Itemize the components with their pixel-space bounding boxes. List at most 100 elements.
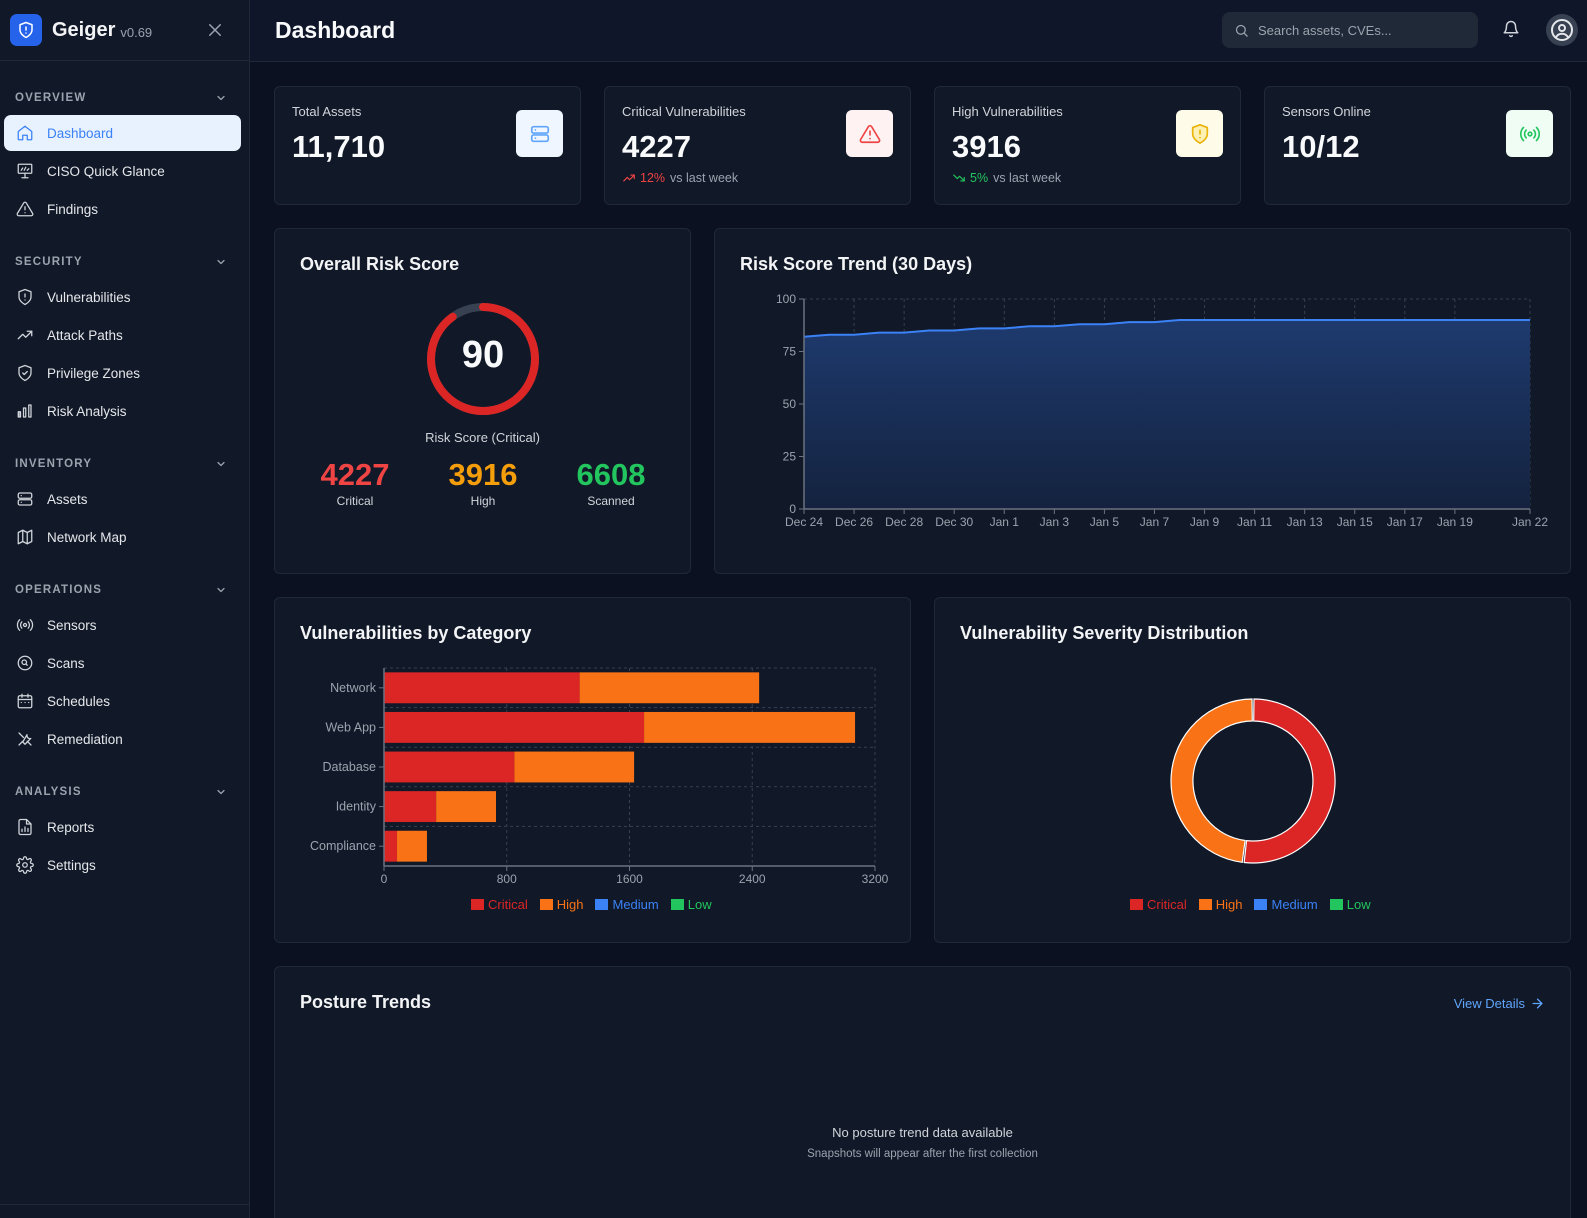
x-tick-label: 3200 <box>862 872 889 886</box>
sidebar-item-scans[interactable]: Scans <box>4 645 241 681</box>
y-tick-label: 75 <box>783 345 797 359</box>
x-tick-label: 800 <box>497 872 517 886</box>
sidebar-item-vulnerabilities[interactable]: Vulnerabilities <box>4 279 241 315</box>
stat-delta: 5% vs last week <box>952 171 1061 185</box>
arrow-right-icon <box>1532 998 1543 1009</box>
sidebar-item-label: Reports <box>47 819 95 835</box>
chevron-down-icon <box>217 587 225 593</box>
risk-stat-label: Scanned <box>587 494 635 508</box>
nav-section-label: SECURITY <box>15 256 83 268</box>
stat-delta: 12% vs last week <box>622 171 738 185</box>
nav-section-security[interactable]: SECURITY <box>0 247 249 277</box>
y-tick-label: 50 <box>783 397 797 411</box>
severity-donut-chart <box>1170 698 1336 864</box>
gear-icon <box>16 856 34 874</box>
sidebar-item-label: Remediation <box>47 731 123 747</box>
trending-up-icon <box>623 174 635 182</box>
legend-item-medium[interactable]: Medium <box>595 897 659 912</box>
legend-swatch <box>670 899 684 910</box>
legend-item-high[interactable]: High <box>1198 897 1242 912</box>
sidebar-item-label: Dashboard <box>47 125 114 141</box>
user-circle-icon <box>1551 19 1573 41</box>
x-tick-label: 0 <box>381 872 388 886</box>
delta-percent: 12% <box>640 171 666 185</box>
nav-section-label: INVENTORY <box>15 458 93 470</box>
stat-value: 10/12 <box>1282 129 1360 164</box>
stat-card-sensors-online[interactable]: Sensors Online 10/12 <box>1264 86 1571 205</box>
search-box[interactable] <box>1222 12 1478 48</box>
stat-label: Critical Vulnerabilities <box>622 104 746 119</box>
nav-section-label: ANALYSIS <box>15 786 82 798</box>
sidebar-item-ciso-quick-glance[interactable]: CISO Quick Glance <box>4 153 241 189</box>
bar-chart-icon <box>17 404 32 418</box>
bar-high <box>514 751 635 783</box>
sidebar-item-attack-paths[interactable]: Attack Paths <box>4 317 241 353</box>
nav-section-inventory[interactable]: INVENTORY <box>0 449 249 479</box>
legend-label: High <box>556 897 584 912</box>
sidebar-item-label: Scans <box>47 655 85 671</box>
search-input[interactable] <box>1258 22 1468 38</box>
view-details-link[interactable]: View Details <box>1454 996 1545 1011</box>
legend-swatch <box>1329 899 1343 910</box>
bar-critical <box>384 711 645 743</box>
risk-stat-label: Critical <box>336 494 374 508</box>
stat-card-high-vulns[interactable]: High Vulnerabilities 3916 5% vs last wee… <box>934 86 1241 205</box>
chevron-down-icon <box>217 789 225 795</box>
legend-swatch <box>595 899 609 910</box>
sidebar-item-findings[interactable]: Findings <box>4 191 241 227</box>
sidebar-item-assets[interactable]: Assets <box>4 481 241 517</box>
sidebar-item-remediation[interactable]: Remediation <box>4 721 241 757</box>
user-avatar[interactable] <box>1546 14 1578 46</box>
legend-item-critical[interactable]: Critical <box>1130 897 1187 912</box>
home-icon <box>17 125 33 141</box>
empty-state-subtitle: Snapshots will appear after the first co… <box>807 1148 1038 1160</box>
shield-alert-icon <box>18 288 32 306</box>
risk-stat-label: High <box>470 494 496 508</box>
legend-item-high[interactable]: High <box>539 897 584 912</box>
trending-down-icon <box>953 174 965 182</box>
delta-text: vs last week <box>670 171 739 185</box>
chart-legend: Critical High Medium Low <box>1130 897 1383 912</box>
sidebar-item-reports[interactable]: Reports <box>4 809 241 845</box>
stat-card-critical-vulns[interactable]: Critical Vulnerabilities 4227 12% vs las… <box>604 86 911 205</box>
bell-icon[interactable] <box>1502 20 1520 38</box>
file-chart-icon <box>18 818 32 836</box>
sidebar-item-network-map[interactable]: Network Map <box>4 519 241 555</box>
nav-section-analysis[interactable]: ANALYSIS <box>0 777 249 807</box>
stat-value: 11,710 <box>292 129 386 164</box>
sidebar-item-settings[interactable]: Settings <box>4 847 241 883</box>
x-tick-label: Dec 24 <box>785 515 823 529</box>
sidebar-item-label: Network Map <box>47 529 127 545</box>
radio-icon <box>1506 110 1553 157</box>
sidebar-item-schedules[interactable]: Schedules <box>4 683 241 719</box>
sidebar-item-risk-analysis[interactable]: Risk Analysis <box>4 393 241 429</box>
x-tick-label: Dec 28 <box>885 515 923 529</box>
legend-item-critical[interactable]: Critical <box>471 897 528 912</box>
stat-card-total-assets[interactable]: Total Assets 11,710 <box>274 86 581 205</box>
x-tick-label: Jan 7 <box>1140 515 1170 529</box>
close-icon[interactable] <box>206 21 224 39</box>
stat-value: 4227 <box>622 129 691 164</box>
nav-section-overview[interactable]: OVERVIEW <box>0 83 249 113</box>
legend-item-medium[interactable]: Medium <box>1254 897 1318 912</box>
alert-triangle-icon <box>16 201 34 217</box>
bar-high <box>644 711 856 743</box>
shield-logo-icon <box>10 14 42 46</box>
legend-item-low[interactable]: Low <box>670 897 712 912</box>
legend-swatch <box>539 899 553 910</box>
risk-stat-scanned: 6608 Scanned <box>551 457 671 508</box>
bar-critical <box>384 672 580 704</box>
legend-item-low[interactable]: Low <box>1329 897 1371 912</box>
sidebar-item-sensors[interactable]: Sensors <box>4 607 241 643</box>
legend-label: Low <box>1346 897 1371 912</box>
sidebar-item-label: Attack Paths <box>47 327 123 343</box>
nav-section-operations[interactable]: OPERATIONS <box>0 575 249 605</box>
x-tick-label: Dec 26 <box>835 515 873 529</box>
radio-icon <box>16 619 34 631</box>
risk-trend-card: Risk Score Trend (30 Days) 0 25 50 75 100 Dec… <box>714 228 1571 574</box>
sidebar-item-label: Findings <box>47 201 99 217</box>
top-header: Dashboard <box>250 0 1587 62</box>
sidebar-item-privilege-zones[interactable]: Privilege Zones <box>4 355 241 391</box>
legend-label: Medium <box>1271 897 1318 912</box>
sidebar-item-dashboard[interactable]: Dashboard <box>4 115 241 151</box>
